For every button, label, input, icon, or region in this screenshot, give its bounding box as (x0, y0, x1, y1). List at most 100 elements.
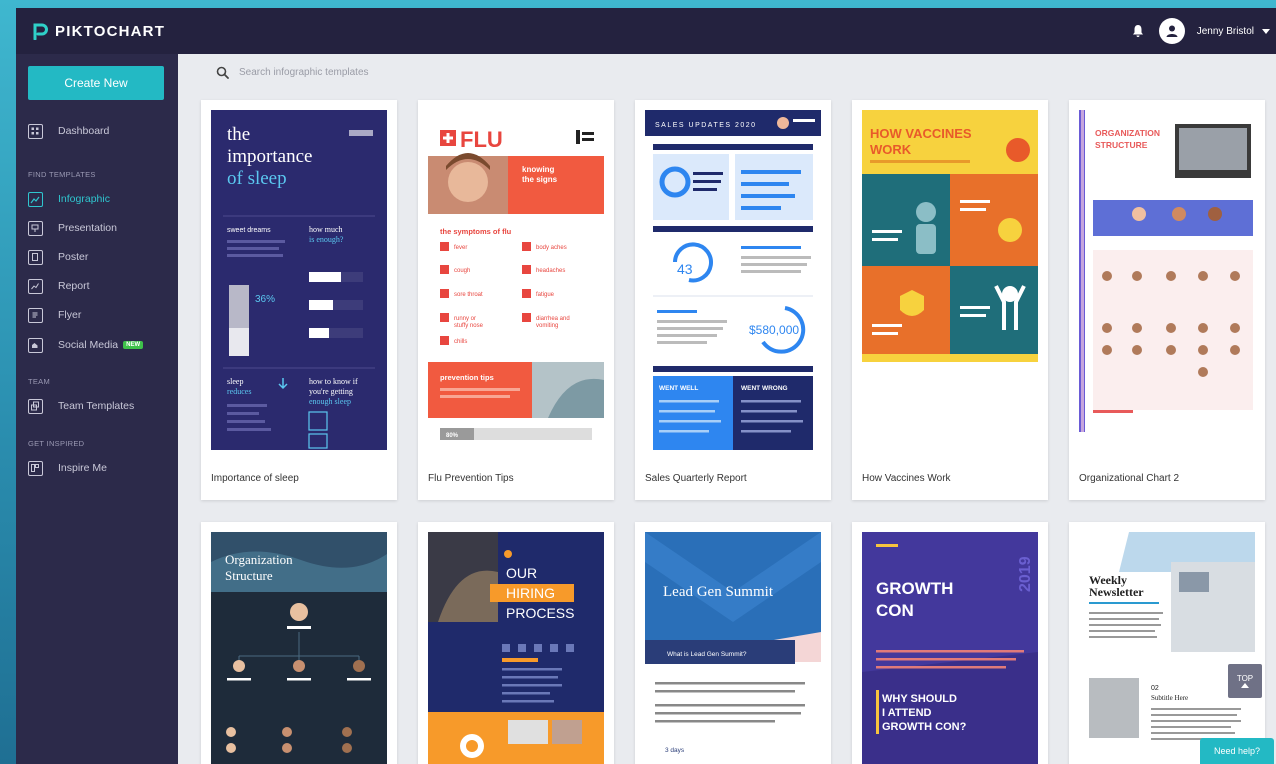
thumb-text: knowing (522, 165, 555, 174)
thumb-text: prevention tips (440, 373, 494, 382)
thumb-text: cough (454, 268, 470, 274)
template-title[interactable]: Sales Quarterly Report (645, 473, 747, 484)
thumb-text: I ATTEND (882, 707, 932, 719)
template-thumbnail[interactable]: SALES UPDATES 2020 43 $580,000 WENT WELL… (645, 110, 821, 450)
thumb-text: WORK (870, 142, 912, 157)
thumb-text: Structure (225, 568, 273, 583)
sidebar-item-label: Infographic (58, 193, 110, 205)
thumb-text: HIRING (506, 585, 555, 601)
thumb-text: 80% (446, 433, 459, 439)
template-title[interactable]: Importance of sleep (211, 473, 299, 484)
thumb-text: fever (454, 245, 467, 251)
sidebar-item-infographic[interactable]: Infographic (28, 190, 110, 208)
sidebar-item-label: Team Templates (58, 400, 135, 412)
back-to-top-label: TOP (1236, 674, 1254, 683)
user-avatar-icon[interactable] (1158, 18, 1185, 44)
thumb-text: CON (876, 601, 914, 620)
template-card-importance-of-sleep[interactable]: the importance of sleep sweet dreams how… (201, 100, 397, 500)
template-card[interactable]: Weekly Newsletter 02 Subtitle Here (1069, 522, 1265, 764)
template-thumbnail[interactable]: OUR HIRING PROCESS (428, 532, 604, 764)
user-name[interactable]: Jenny Bristol (1197, 26, 1254, 37)
thumb-text: SALES UPDATES 2020 (655, 122, 757, 129)
thumb-text: the signs (522, 175, 558, 184)
template-card-flu-prevention-tips[interactable]: FLU knowing the signs the symptoms of fl… (418, 100, 614, 500)
template-title[interactable]: How Vaccines Work (862, 473, 951, 484)
thumb-text: WHY SHOULD (882, 693, 957, 705)
template-thumbnail[interactable]: HOW VACCINES WORK (862, 110, 1038, 362)
template-thumbnail[interactable]: GROWTH CON 2019 WHY SHOULD I ATTEND GROW… (862, 532, 1038, 764)
template-thumbnail[interactable]: Organization Structure (211, 532, 387, 764)
thumb-text: of sleep (227, 168, 287, 189)
template-card-sales-quarterly-report[interactable]: SALES UPDATES 2020 43 $580,000 WENT WELL… (635, 100, 831, 500)
sidebar-item-presentation[interactable]: Presentation (28, 219, 117, 237)
thumb-text: ORGANIZATION (1095, 128, 1160, 138)
back-to-top-button[interactable]: TOP (1228, 664, 1262, 698)
create-new-button[interactable]: Create New (28, 66, 164, 100)
thumb-text: Organization (225, 552, 293, 567)
template-card-organizational-chart-2[interactable]: ORGANIZATION STRUCTURE Organizational Ch… (1069, 100, 1265, 500)
template-thumbnail[interactable]: Weekly Newsletter 02 Subtitle Here (1079, 532, 1255, 764)
thumb-text: 43 (677, 261, 693, 277)
thumb-text: 02 (1151, 685, 1159, 692)
sidebar-item-dashboard[interactable]: Dashboard (28, 122, 109, 140)
piktochart-logo-icon (32, 22, 48, 40)
template-title[interactable]: Organizational Chart 2 (1079, 473, 1179, 484)
template-card[interactable]: OUR HIRING PROCESS (418, 522, 614, 764)
section-label-find-templates: FIND TEMPLATES (28, 170, 96, 179)
search-icon (216, 66, 229, 79)
logo[interactable]: PIKTOCHART (32, 22, 165, 40)
search-input[interactable] (239, 67, 539, 78)
thumb-text: FLU (460, 127, 503, 152)
template-thumbnail[interactable]: FLU knowing the signs the symptoms of fl… (428, 110, 604, 450)
thumb-text: GROWTH (876, 579, 953, 598)
thumb-text: HOW VACCINES (870, 126, 972, 141)
thumb-text: STRUCTURE (1095, 140, 1148, 150)
thumb-text: how much (309, 225, 343, 234)
sidebar-item-flyer[interactable]: Flyer (28, 306, 81, 324)
sidebar-item-social-media[interactable]: Social Media NEW (28, 336, 144, 354)
thumb-text: GROWTH CON? (882, 721, 967, 733)
flyer-icon (28, 307, 43, 323)
thumb-text: Subtitle Here (1151, 694, 1188, 702)
template-thumbnail[interactable]: the importance of sleep sweet dreams how… (211, 110, 387, 450)
thumb-text: sore throat (454, 292, 483, 298)
thumb-text: sleep (227, 377, 243, 386)
report-icon (28, 278, 43, 294)
thumb-text: runny or (454, 316, 476, 322)
thumb-text: chills (454, 339, 467, 345)
template-title[interactable]: Flu Prevention Tips (428, 473, 514, 484)
thumb-text: vomiting (536, 323, 558, 329)
thumb-text: PROCESS (506, 605, 574, 621)
thumb-text: you're getting (309, 387, 353, 396)
sidebar-item-label: Poster (58, 251, 89, 263)
template-card[interactable]: GROWTH CON 2019 WHY SHOULD I ATTEND GROW… (852, 522, 1048, 764)
sidebar-item-team-templates[interactable]: Team Templates (28, 397, 134, 415)
notification-bell-icon[interactable] (1131, 24, 1145, 38)
template-thumbnail[interactable]: Lead Gen Summit What is Lead Gen Summit?… (645, 532, 821, 764)
user-menu-chevron-down-icon[interactable] (1262, 28, 1270, 34)
thumb-text: is enough? (309, 235, 344, 244)
need-help-button[interactable]: Need help? (1200, 738, 1274, 764)
search-bar[interactable] (216, 66, 539, 79)
template-thumbnail[interactable]: ORGANIZATION STRUCTURE (1079, 110, 1255, 432)
sidebar: Create New Dashboard FIND TEMPLATES Info… (16, 54, 178, 764)
team-templates-icon (28, 398, 43, 414)
thumb-text: enough sleep (309, 397, 351, 406)
thumb-text: WENT WRONG (741, 385, 788, 392)
thumb-text: diarrhea and (536, 316, 570, 322)
dashboard-icon (28, 123, 43, 139)
sidebar-item-report[interactable]: Report (28, 277, 90, 295)
thumb-text: 3 days (665, 747, 685, 754)
sidebar-item-inspire-me[interactable]: Inspire Me (28, 459, 107, 477)
app-window: PIKTOCHART Jenny Bristol Create New Dash… (16, 8, 1276, 764)
thumb-text: stuffy nose (454, 323, 484, 329)
social-media-icon (28, 337, 43, 353)
thumb-text: body aches (536, 245, 567, 251)
template-card[interactable]: Lead Gen Summit What is Lead Gen Summit?… (635, 522, 831, 764)
sidebar-item-label: Inspire Me (58, 462, 108, 474)
sidebar-item-poster[interactable]: Poster (28, 248, 88, 266)
sidebar-item-label: Dashboard (58, 125, 110, 137)
template-card-how-vaccines-work[interactable]: HOW VACCINES WORK How Vaccines Work (852, 100, 1048, 500)
thumb-text: $580,000 (749, 323, 799, 337)
template-card[interactable]: Organization Structure (201, 522, 397, 764)
